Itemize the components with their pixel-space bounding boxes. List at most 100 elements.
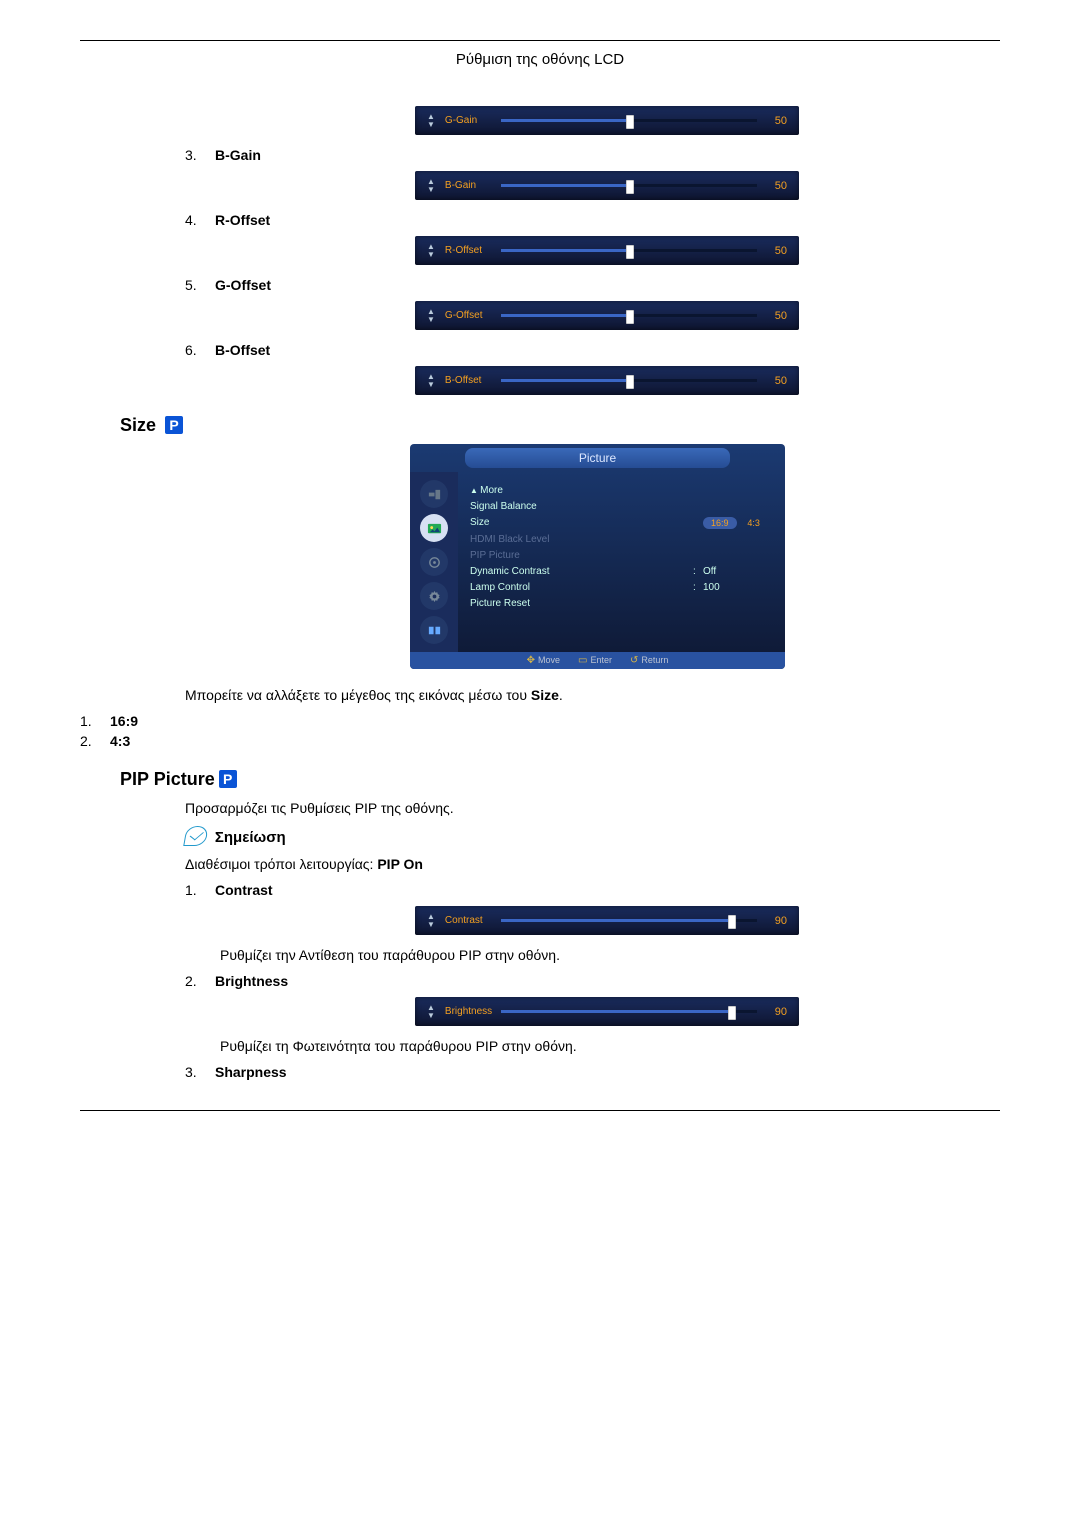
osd-key: HDMI Black Level <box>470 534 693 545</box>
list-label: B-Gain <box>215 147 261 163</box>
list-label: 16:9 <box>110 713 138 729</box>
osd-key: Dynamic Contrast <box>470 566 693 577</box>
list-label: B-Offset <box>215 342 270 358</box>
slider-value: 90 <box>767 1006 787 1018</box>
list-item: 2. 4:3 <box>80 733 1000 749</box>
osd-row[interactable]: Signal Balance <box>470 501 773 512</box>
list-number: 6. <box>185 342 205 358</box>
osd-option-badge[interactable]: 4:3 <box>739 517 768 529</box>
slider-track[interactable] <box>501 379 757 382</box>
osd-key: Picture Reset <box>470 598 693 609</box>
osd-key: Size <box>470 517 693 528</box>
slider-label: B-Gain <box>445 180 491 191</box>
osd-value: Off <box>703 566 716 577</box>
note-row: Σημείωση <box>185 826 1000 846</box>
updown-icon: ▲▼ <box>427 244 435 257</box>
osd-slider-contrast[interactable]: ▲▼ Contrast 90 <box>415 906 799 935</box>
list-label: 4:3 <box>110 733 130 749</box>
section-pip: PIP PictureP <box>120 769 1000 790</box>
note-icon <box>183 826 209 846</box>
move-icon: ✥ <box>527 655 535 666</box>
list-number: 2. <box>185 973 205 989</box>
slider-track[interactable] <box>501 919 757 922</box>
osd-row: HDMI Black Level <box>470 534 773 545</box>
slider-value: 50 <box>767 375 787 387</box>
updown-icon: ▲▼ <box>427 114 435 127</box>
p-icon: P <box>219 770 237 788</box>
slider-label: G-Offset <box>445 310 491 321</box>
osd-key: ▲ More <box>470 485 693 496</box>
note-label: Σημείωση <box>215 829 286 846</box>
slider-track[interactable] <box>501 314 757 317</box>
slider-thumb[interactable] <box>626 115 634 129</box>
enter-icon: ▭ <box>578 655 587 666</box>
slider-thumb[interactable] <box>728 915 736 929</box>
pip-heading: PIP Picture <box>120 769 215 789</box>
slider-value: 90 <box>767 915 787 927</box>
slider-label: R-Offset <box>445 245 491 256</box>
tab-setup-icon[interactable] <box>420 582 448 610</box>
osd-option-badge[interactable]: 16:9 <box>703 517 737 529</box>
osd-row[interactable]: Picture Reset <box>470 598 773 609</box>
list-label: Brightness <box>215 973 288 989</box>
tab-sound-icon[interactable] <box>420 548 448 576</box>
updown-icon: ▲▼ <box>427 309 435 322</box>
tab-multi-icon[interactable] <box>420 616 448 644</box>
item-description: Ρυθμίζει τη Φωτεινότητα του παράθυρου PI… <box>220 1038 1000 1054</box>
slider-track[interactable] <box>501 249 757 252</box>
slider-value: 50 <box>767 180 787 192</box>
slider-thumb[interactable] <box>626 375 634 389</box>
page-footer-divider <box>80 1110 1000 1111</box>
osd-slider-brightness[interactable]: ▲▼ Brightness 90 <box>415 997 799 1026</box>
slider-thumb[interactable] <box>626 180 634 194</box>
osd-slider-r-offset[interactable]: ▲▼ R-Offset 50 <box>415 236 799 265</box>
list-number: 3. <box>185 147 205 163</box>
osd-key: PIP Picture <box>470 550 693 561</box>
list-label: R-Offset <box>215 212 270 228</box>
page-title: Ρύθμιση της οθόνης LCD <box>80 41 1000 98</box>
tab-picture-icon[interactable] <box>420 514 448 542</box>
osd-picture-menu: Picture ▲ More <box>410 444 785 669</box>
slider-thumb[interactable] <box>728 1006 736 1020</box>
osd-slider-g-gain[interactable]: ▲▼ G-Gain 50 <box>415 106 799 135</box>
osd-row[interactable]: ▲ More <box>470 485 773 496</box>
size-option-list: 1. 16:9 2. 4:3 <box>80 713 1000 749</box>
list-number: 2. <box>80 733 100 749</box>
list-number: 1. <box>185 882 205 898</box>
osd-row[interactable]: Dynamic Contrast : Off <box>470 566 773 577</box>
return-icon: ↺ <box>630 655 638 666</box>
list-number: 1. <box>80 713 100 729</box>
osd-key: Signal Balance <box>470 501 693 512</box>
list-item: 1. 16:9 <box>80 713 1000 729</box>
osd-row[interactable]: Lamp Control : 100 <box>470 582 773 593</box>
slider-track[interactable] <box>501 1010 757 1013</box>
osd-row: PIP Picture <box>470 550 773 561</box>
osd-key: Lamp Control <box>470 582 693 593</box>
item-description: Ρυθμίζει την Αντίθεση του παράθυρου PIP … <box>220 947 1000 963</box>
footer-return: Return <box>641 655 668 665</box>
osd-row[interactable]: Size 16:9 4:3 <box>470 517 773 529</box>
list-number: 3. <box>185 1064 205 1080</box>
osd-value: 100 <box>703 582 720 593</box>
section-size: Size P <box>120 415 1000 436</box>
slider-track[interactable] <box>501 119 757 122</box>
slider-value: 50 <box>767 115 787 127</box>
osd-slider-b-gain[interactable]: ▲▼ B-Gain 50 <box>415 171 799 200</box>
updown-icon: ▲▼ <box>427 179 435 192</box>
osd-slider-b-offset[interactable]: ▲▼ B-Offset 50 <box>415 366 799 395</box>
slider-value: 50 <box>767 245 787 257</box>
slider-label: B-Offset <box>445 375 491 386</box>
osd-menu-list: ▲ More Signal Balance Size 16:9 4:3 HDMI… <box>458 472 785 652</box>
slider-value: 50 <box>767 310 787 322</box>
osd-slider-g-offset[interactable]: ▲▼ G-Offset 50 <box>415 301 799 330</box>
tab-input-icon[interactable] <box>420 480 448 508</box>
list-number: 4. <box>185 212 205 228</box>
osd-menu-title: Picture <box>465 448 730 468</box>
slider-thumb[interactable] <box>626 245 634 259</box>
pip-description: Προσαρμόζει τις Ρυθμίσεις PIP της οθόνης… <box>185 800 1000 816</box>
slider-track[interactable] <box>501 184 757 187</box>
pip-mode-text: Διαθέσιμοι τρόποι λειτουργίας: PIP On <box>185 856 1000 872</box>
footer-enter: Enter <box>590 655 612 665</box>
slider-thumb[interactable] <box>626 310 634 324</box>
updown-icon: ▲▼ <box>427 374 435 387</box>
